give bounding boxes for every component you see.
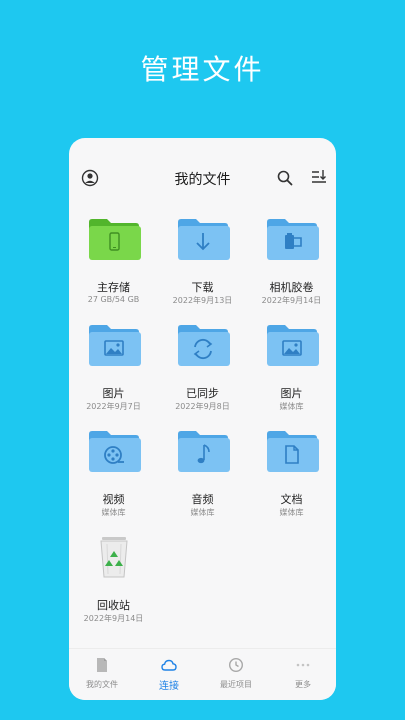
nav-more[interactable]: 更多 (270, 655, 336, 699)
hero-title: 管理文件 (140, 53, 265, 86)
media-videos[interactable]: 视频 媒体库 (69, 428, 158, 528)
tile-subtitle: 媒体库 (279, 402, 304, 411)
nav-my-files[interactable]: 我的文件 (69, 655, 135, 699)
nav-connect[interactable]: 连接 (136, 655, 202, 699)
folder-camera-roll[interactable]: 相机胶卷 2022年9月14日 (247, 216, 336, 316)
tile-name: 主存储 (97, 281, 130, 294)
recycle-bin-icon (100, 537, 128, 578)
sort-button[interactable] (310, 168, 328, 186)
account-icon (81, 169, 99, 187)
bottom-navigation: 我的文件 连接 最近项目 更多 (69, 648, 336, 700)
nav-label: 最近项目 (220, 680, 252, 689)
download-arrow-icon (178, 219, 230, 260)
tile-subtitle: 2022年9月14日 (261, 296, 322, 305)
folder-pictures[interactable]: 图片 2022年9月7日 (69, 322, 158, 422)
tile-subtitle: 媒体库 (279, 508, 304, 517)
tile-name: 文档 (280, 493, 303, 506)
tile-subtitle: 2022年9月8日 (175, 402, 230, 411)
tile-name: 图片 (102, 387, 125, 400)
tile-name: 下载 (191, 281, 214, 294)
nav-label: 连接 (159, 681, 179, 692)
search-icon (277, 170, 293, 186)
more-dots-icon (296, 663, 310, 667)
tile-name: 图片 (280, 387, 303, 400)
media-documents[interactable]: 文档 媒体库 (247, 428, 336, 528)
search-button[interactable] (276, 169, 294, 187)
tile-subtitle: 媒体库 (190, 508, 215, 517)
camera-roll-icon (267, 219, 319, 260)
tile-name: 视频 (102, 493, 125, 506)
top-bar: 我的文件 (69, 138, 336, 218)
tile-subtitle: 2022年9月13日 (172, 296, 233, 305)
clock-icon (228, 657, 244, 673)
folder-main-storage[interactable]: 主存储 27 GB/54 GB (69, 216, 158, 316)
tile-name: 相机胶卷 (269, 281, 314, 294)
folder-synced[interactable]: 已同步 2022年9月8日 (158, 322, 247, 422)
tile-subtitle: 27 GB/54 GB (87, 295, 140, 304)
account-button[interactable] (81, 169, 99, 187)
document-icon (267, 431, 319, 472)
film-reel-icon (89, 431, 141, 472)
app-card: 我的文件 主存储 27 GB/54 GB 下载 2022年9月13日 相机胶卷 … (69, 138, 336, 700)
nav-recent[interactable]: 最近项目 (203, 655, 269, 699)
tile-name: 回收站 (97, 599, 130, 612)
recycle-bin[interactable]: 回收站 2022年9月14日 (69, 534, 158, 634)
tile-name: 音频 (191, 493, 214, 506)
image-icon (267, 325, 319, 366)
media-audio[interactable]: 音频 媒体库 (158, 428, 247, 528)
file-icon (97, 658, 107, 672)
tile-subtitle: 2022年9月7日 (86, 402, 141, 411)
tile-subtitle: 2022年9月14日 (83, 614, 144, 623)
media-pictures[interactable]: 图片 媒体库 (247, 322, 336, 422)
tile-name: 已同步 (186, 387, 219, 400)
page-title: 我的文件 (174, 172, 231, 188)
cloud-icon (161, 659, 177, 671)
tile-subtitle: 媒体库 (101, 508, 126, 517)
nav-label: 我的文件 (86, 680, 118, 689)
phone-icon (89, 219, 141, 260)
folder-downloads[interactable]: 下载 2022年9月13日 (158, 216, 247, 316)
image-icon (89, 325, 141, 366)
sync-icon (178, 325, 230, 366)
nav-label: 更多 (295, 680, 311, 689)
sort-icon (312, 170, 326, 183)
music-note-icon (178, 431, 230, 472)
